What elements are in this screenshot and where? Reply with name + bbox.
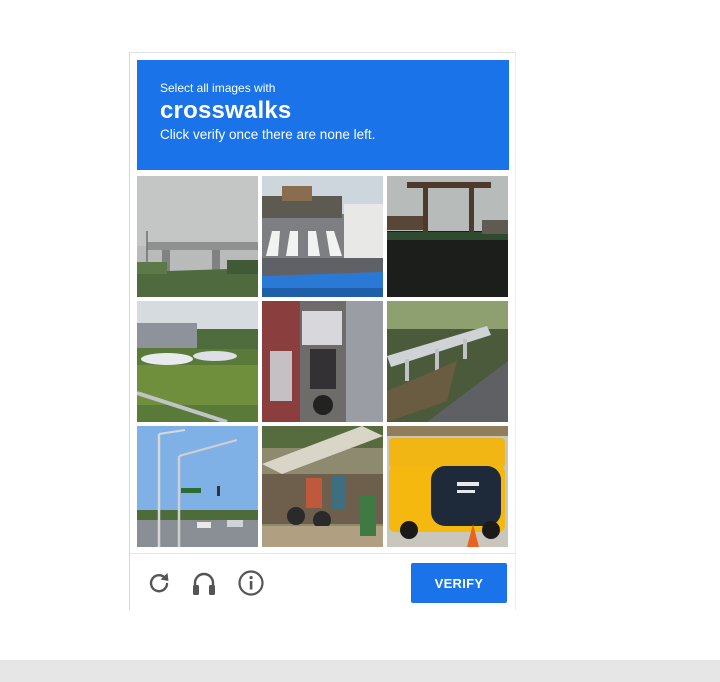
- yellow-vehicle-image: [387, 426, 508, 547]
- footer-divider: [130, 553, 515, 554]
- parked-boats-image: [137, 301, 258, 422]
- motorcycle-traffic-image: [262, 301, 383, 422]
- page-bottom-bar: [0, 660, 720, 682]
- image-tile-5[interactable]: [262, 301, 383, 422]
- info-icon: [238, 570, 264, 596]
- wooden-gate-image: [387, 176, 508, 297]
- reload-icon: [149, 573, 169, 593]
- image-tile-7[interactable]: [137, 426, 258, 547]
- verify-button[interactable]: VERIFY: [411, 563, 507, 603]
- challenge-header: Select all images with crosswalks Click …: [137, 60, 509, 170]
- guardrail-road-image: [387, 301, 508, 422]
- crosswalk-street-image: [262, 176, 383, 297]
- audio-challenge-button[interactable]: [189, 568, 219, 598]
- image-tile-2[interactable]: [262, 176, 383, 297]
- image-grid: [137, 176, 509, 547]
- street-lights-image: [137, 426, 258, 547]
- target-keyword: crosswalks: [160, 97, 292, 124]
- image-tile-8[interactable]: [262, 426, 383, 547]
- instruction-text: Select all images with: [160, 81, 276, 95]
- image-tile-6[interactable]: [387, 301, 508, 422]
- overpass-bridge-image: [137, 176, 258, 297]
- image-tile-9[interactable]: [387, 426, 508, 547]
- audio-headphones-icon: [193, 572, 215, 595]
- image-tile-3[interactable]: [387, 176, 508, 297]
- reload-button[interactable]: [144, 568, 174, 598]
- image-tile-4[interactable]: [137, 301, 258, 422]
- help-button[interactable]: [236, 568, 266, 598]
- market-stall-image: [262, 426, 383, 547]
- sub-instruction-text: Click verify once there are none left.: [160, 127, 376, 142]
- recaptcha-challenge: Select all images with crosswalks Click …: [129, 52, 516, 610]
- image-tile-1[interactable]: [137, 176, 258, 297]
